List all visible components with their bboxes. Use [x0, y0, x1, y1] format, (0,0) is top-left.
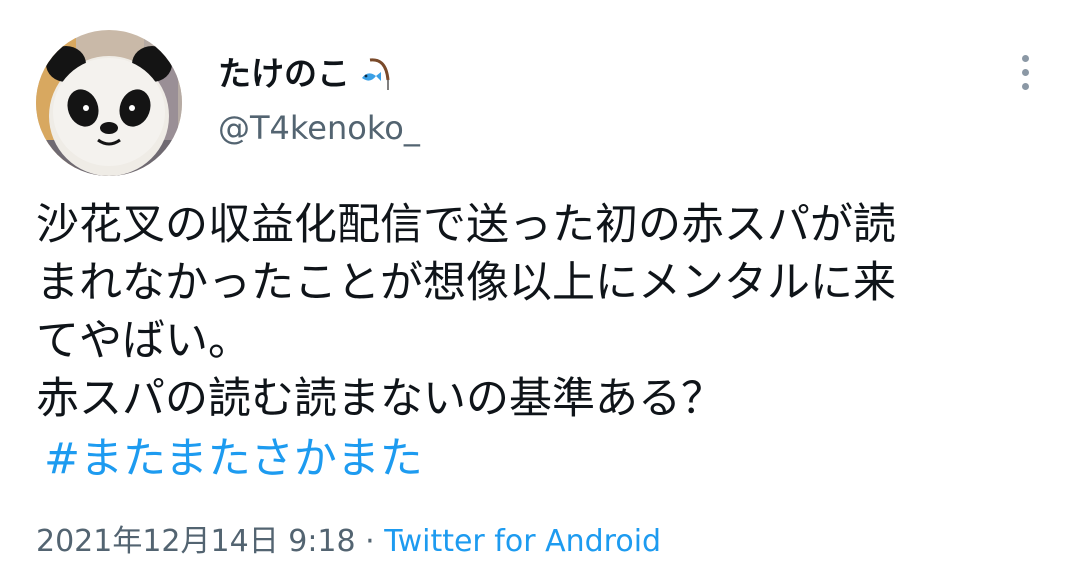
tweet-text-line: 赤スパの読む読まないの基準ある？: [36, 374, 724, 424]
more-vertical-icon: [1021, 54, 1029, 62]
panda-mask-avatar-icon: [36, 30, 182, 176]
more-vertical-icon-dot: [1021, 82, 1029, 90]
avatar[interactable]: [36, 30, 182, 176]
tweet-meta: 2021年12月14日 9:18 · Twitter for Android: [36, 522, 661, 562]
hashtag-link[interactable]: #またまたさかまた: [36, 430, 1046, 488]
timestamp[interactable]: 2021年12月14日 9:18: [36, 524, 356, 559]
tweet-text-line: 沙花叉の収益化配信で送った初の赤スパが読: [36, 200, 896, 250]
tweet-card: たけのこ @T4kenoko_ 沙花叉の収益化配信で送った初の赤スパが読 まれな…: [0, 0, 1080, 588]
display-name[interactable]: たけのこ: [218, 54, 350, 94]
tweet-text-line: てやばい。: [36, 316, 251, 366]
more-options-button[interactable]: [1008, 50, 1042, 94]
user-handle[interactable]: @T4kenoko_: [218, 108, 420, 148]
fishing-pole-emoji-icon: [356, 54, 396, 94]
tweet-body: 沙花叉の収益化配信で送った初の赤スパが読 まれなかったことが想像以上にメンタルに…: [36, 196, 1046, 488]
more-vertical-icon-dot: [1021, 68, 1029, 76]
tweet-text-line: まれなかったことが想像以上にメンタルに来: [36, 258, 896, 308]
source-link[interactable]: Twitter for Android: [384, 524, 661, 559]
meta-separator: ·: [355, 524, 385, 559]
display-name-row[interactable]: たけのこ: [218, 54, 396, 94]
